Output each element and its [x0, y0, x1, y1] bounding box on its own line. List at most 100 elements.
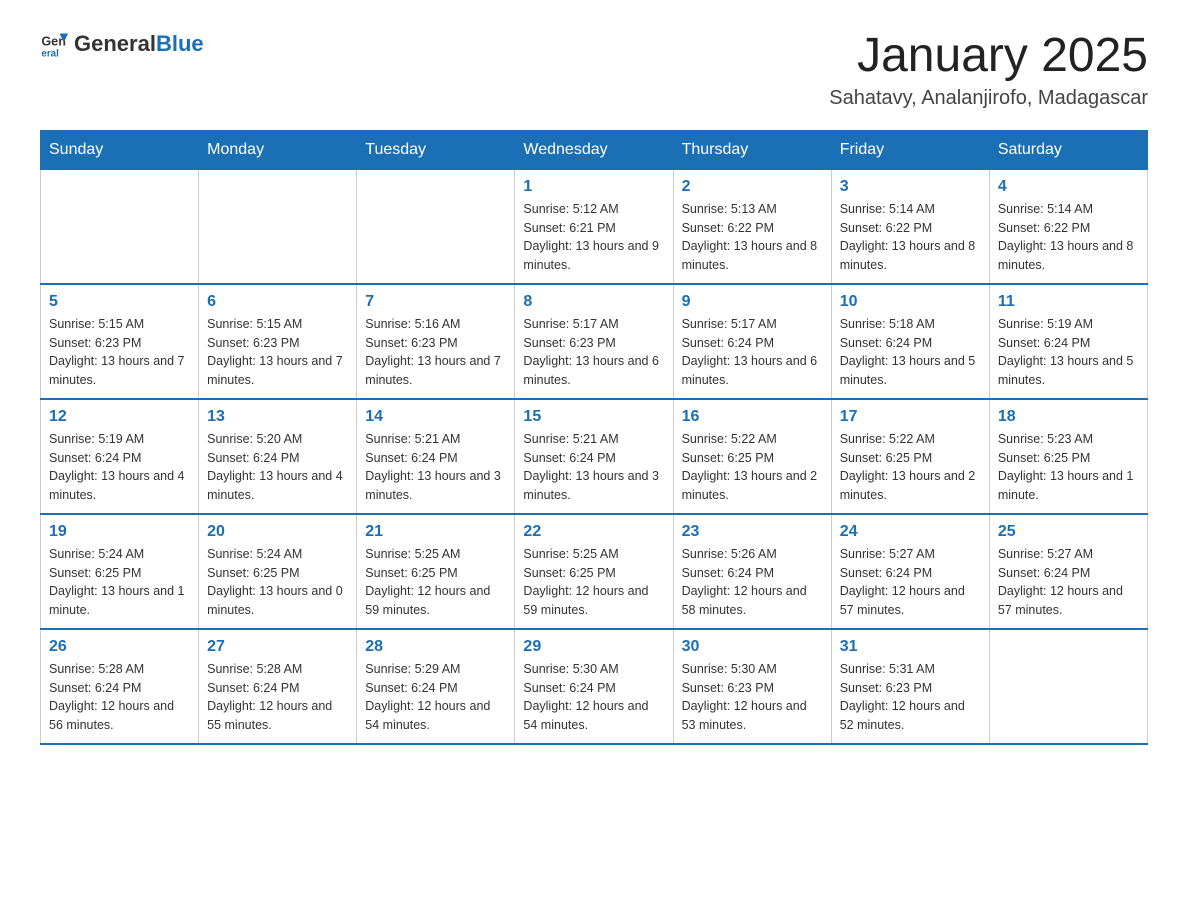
day-info: Sunrise: 5:26 AMSunset: 6:24 PMDaylight:…: [682, 545, 823, 620]
day-info: Sunrise: 5:12 AMSunset: 6:21 PMDaylight:…: [523, 200, 664, 275]
calendar-cell: [199, 169, 357, 284]
day-number: 9: [682, 293, 823, 311]
day-info: Sunrise: 5:17 AMSunset: 6:23 PMDaylight:…: [523, 315, 664, 390]
calendar-week-row: 1 Sunrise: 5:12 AMSunset: 6:21 PMDaylight…: [41, 169, 1148, 284]
day-info: Sunrise: 5:27 AMSunset: 6:24 PMDaylight:…: [998, 545, 1139, 620]
day-info: Sunrise: 5:31 AMSunset: 6:23 PMDaylight:…: [840, 660, 981, 735]
calendar-cell: 28Sunrise: 5:29 AMSunset: 6:24 PMDayligh…: [357, 629, 515, 744]
logo-icon: Gen eral: [40, 30, 68, 58]
calendar-subtitle: Sahatavy, Analanjirofo, Madagascar: [829, 87, 1148, 110]
calendar-cell: 19 Sunrise: 5:24 AMSunset: 6:25 PMDayligh…: [41, 514, 199, 629]
day-number: 29: [523, 638, 664, 656]
calendar-cell: 10Sunrise: 5:18 AMSunset: 6:24 PMDayligh…: [831, 284, 989, 399]
logo-wordmark: GeneralBlue: [74, 31, 204, 57]
day-number: 16: [682, 408, 823, 426]
day-number: 10: [840, 293, 981, 311]
calendar-cell: 25 Sunrise: 5:27 AMSunset: 6:24 PMDayligh…: [989, 514, 1147, 629]
day-number: 22: [523, 523, 664, 541]
day-number: 13: [207, 408, 348, 426]
day-info: Sunrise: 5:30 AMSunset: 6:23 PMDaylight:…: [682, 660, 823, 735]
day-info: Sunrise: 5:25 AMSunset: 6:25 PMDaylight:…: [365, 545, 506, 620]
calendar-cell: 21 Sunrise: 5:25 AMSunset: 6:25 PMDayligh…: [357, 514, 515, 629]
day-number: 26: [49, 638, 190, 656]
day-number: 3: [840, 178, 981, 196]
calendar-cell: 6Sunrise: 5:15 AMSunset: 6:23 PMDaylight…: [199, 284, 357, 399]
calendar-cell: 20 Sunrise: 5:24 AMSunset: 6:25 PMDayligh…: [199, 514, 357, 629]
logo: Gen eral GeneralBlue: [40, 30, 204, 58]
calendar-cell: 9Sunrise: 5:17 AMSunset: 6:24 PMDaylight…: [673, 284, 831, 399]
calendar-cell: 17 Sunrise: 5:22 AMSunset: 6:25 PMDayligh…: [831, 399, 989, 514]
calendar-cell: 4 Sunrise: 5:14 AMSunset: 6:22 PMDaylight…: [989, 169, 1147, 284]
calendar-cell: 31 Sunrise: 5:31 AMSunset: 6:23 PMDayligh…: [831, 629, 989, 744]
day-number: 4: [998, 178, 1139, 196]
day-number: 1: [523, 178, 664, 196]
day-info: Sunrise: 5:15 AMSunset: 6:23 PMDaylight:…: [207, 315, 348, 390]
day-info: Sunrise: 5:23 AMSunset: 6:25 PMDaylight:…: [998, 430, 1139, 505]
day-info: Sunrise: 5:22 AMSunset: 6:25 PMDaylight:…: [682, 430, 823, 505]
calendar-cell: 16 Sunrise: 5:22 AMSunset: 6:25 PMDayligh…: [673, 399, 831, 514]
calendar-cell: 3 Sunrise: 5:14 AMSunset: 6:22 PMDaylight…: [831, 169, 989, 284]
calendar-header-row: Sunday Monday Tuesday Wednesday Thursday…: [41, 130, 1148, 169]
calendar-week-row: 5 Sunrise: 5:15 AMSunset: 6:23 PMDaylight…: [41, 284, 1148, 399]
day-number: 12: [49, 408, 190, 426]
col-wednesday: Wednesday: [515, 130, 673, 169]
calendar-cell: 14Sunrise: 5:21 AMSunset: 6:24 PMDayligh…: [357, 399, 515, 514]
title-area: January 2025 Sahatavy, Analanjirofo, Mad…: [829, 30, 1148, 110]
logo-text-general: General: [74, 31, 156, 56]
day-number: 27: [207, 638, 348, 656]
day-info: Sunrise: 5:24 AMSunset: 6:25 PMDaylight:…: [49, 545, 190, 620]
col-tuesday: Tuesday: [357, 130, 515, 169]
day-number: 15: [523, 408, 664, 426]
day-number: 23: [682, 523, 823, 541]
day-number: 7: [365, 293, 506, 311]
day-info: Sunrise: 5:15 AMSunset: 6:23 PMDaylight:…: [49, 315, 190, 390]
day-number: 2: [682, 178, 823, 196]
col-friday: Friday: [831, 130, 989, 169]
day-info: Sunrise: 5:28 AMSunset: 6:24 PMDaylight:…: [207, 660, 348, 735]
day-info: Sunrise: 5:22 AMSunset: 6:25 PMDaylight:…: [840, 430, 981, 505]
calendar-cell: 27 Sunrise: 5:28 AMSunset: 6:24 PMDayligh…: [199, 629, 357, 744]
day-info: Sunrise: 5:13 AMSunset: 6:22 PMDaylight:…: [682, 200, 823, 275]
calendar-title: January 2025: [829, 30, 1148, 83]
day-number: 24: [840, 523, 981, 541]
day-number: 5: [49, 293, 190, 311]
day-info: Sunrise: 5:25 AMSunset: 6:25 PMDaylight:…: [523, 545, 664, 620]
day-number: 19: [49, 523, 190, 541]
day-info: Sunrise: 5:29 AMSunset: 6:24 PMDaylight:…: [365, 660, 506, 735]
calendar-cell: [989, 629, 1147, 744]
day-info: Sunrise: 5:16 AMSunset: 6:23 PMDaylight:…: [365, 315, 506, 390]
day-info: Sunrise: 5:24 AMSunset: 6:25 PMDaylight:…: [207, 545, 348, 620]
calendar-week-row: 19 Sunrise: 5:24 AMSunset: 6:25 PMDayligh…: [41, 514, 1148, 629]
day-number: 14: [365, 408, 506, 426]
day-number: 18: [998, 408, 1139, 426]
day-number: 17: [840, 408, 981, 426]
calendar-cell: 1 Sunrise: 5:12 AMSunset: 6:21 PMDaylight…: [515, 169, 673, 284]
col-thursday: Thursday: [673, 130, 831, 169]
day-info: Sunrise: 5:14 AMSunset: 6:22 PMDaylight:…: [998, 200, 1139, 275]
col-saturday: Saturday: [989, 130, 1147, 169]
calendar-cell: 7 Sunrise: 5:16 AMSunset: 6:23 PMDaylight…: [357, 284, 515, 399]
day-info: Sunrise: 5:19 AMSunset: 6:24 PMDaylight:…: [49, 430, 190, 505]
day-info: Sunrise: 5:20 AMSunset: 6:24 PMDaylight:…: [207, 430, 348, 505]
calendar-cell: 26 Sunrise: 5:28 AMSunset: 6:24 PMDayligh…: [41, 629, 199, 744]
calendar-cell: 29Sunrise: 5:30 AMSunset: 6:24 PMDayligh…: [515, 629, 673, 744]
day-number: 25: [998, 523, 1139, 541]
calendar-cell: 13 Sunrise: 5:20 AMSunset: 6:24 PMDayligh…: [199, 399, 357, 514]
col-sunday: Sunday: [41, 130, 199, 169]
svg-text:eral: eral: [41, 49, 59, 58]
calendar-cell: [41, 169, 199, 284]
calendar-cell: 12 Sunrise: 5:19 AMSunset: 6:24 PMDayligh…: [41, 399, 199, 514]
col-monday: Monday: [199, 130, 357, 169]
calendar-cell: 8 Sunrise: 5:17 AMSunset: 6:23 PMDaylight…: [515, 284, 673, 399]
day-number: 31: [840, 638, 981, 656]
page-header: Gen eral GeneralBlue January 2025 Sahata…: [40, 30, 1148, 110]
day-info: Sunrise: 5:28 AMSunset: 6:24 PMDaylight:…: [49, 660, 190, 735]
calendar-week-row: 12 Sunrise: 5:19 AMSunset: 6:24 PMDayligh…: [41, 399, 1148, 514]
day-number: 8: [523, 293, 664, 311]
day-info: Sunrise: 5:14 AMSunset: 6:22 PMDaylight:…: [840, 200, 981, 275]
day-info: Sunrise: 5:19 AMSunset: 6:24 PMDaylight:…: [998, 315, 1139, 390]
day-info: Sunrise: 5:27 AMSunset: 6:24 PMDaylight:…: [840, 545, 981, 620]
day-number: 20: [207, 523, 348, 541]
calendar-cell: 15Sunrise: 5:21 AMSunset: 6:24 PMDayligh…: [515, 399, 673, 514]
day-number: 21: [365, 523, 506, 541]
